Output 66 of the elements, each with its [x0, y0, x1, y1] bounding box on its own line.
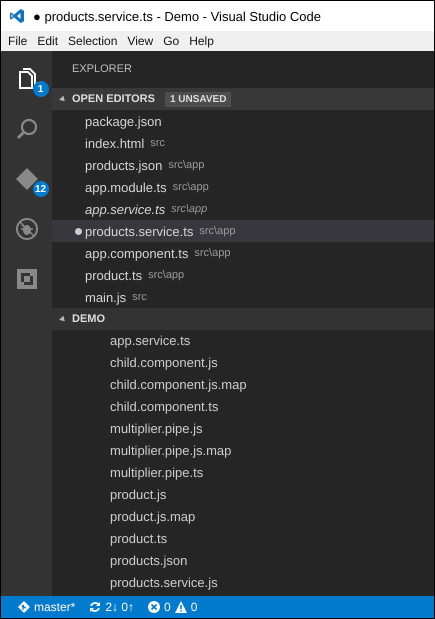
menu-item[interactable]: Edit	[32, 34, 64, 48]
sync-icon	[89, 601, 102, 613]
file-tree-item[interactable]: multiplier.pipe.js.map	[52, 440, 434, 462]
error-icon	[148, 601, 160, 613]
section-header[interactable]: DEMO	[52, 308, 434, 330]
file-path: src	[150, 137, 165, 149]
warning-count: 0	[190, 600, 198, 614]
branch-status[interactable]: master*	[18, 600, 76, 614]
warning-icon	[174, 601, 187, 613]
file-path: src	[132, 291, 147, 303]
menu-item[interactable]: File	[3, 34, 32, 48]
menu-item[interactable]: Help	[184, 34, 219, 48]
file-path: src\app	[172, 181, 209, 193]
count-badge: 12	[32, 181, 48, 197]
file-path: src\app	[171, 203, 208, 215]
file-tree-item[interactable]: products.json	[52, 550, 434, 572]
file-tree-item[interactable]: app.service.ts	[52, 330, 434, 352]
file-tree-item[interactable]: child.component.ts	[52, 396, 434, 418]
file-name: index.html	[85, 136, 144, 150]
file-name: products.service.ts	[85, 224, 194, 238]
debug-bug-icon	[14, 217, 38, 241]
error-count: 0	[164, 600, 171, 614]
window-title: ● products.service.ts - Demo - Visual Studio Code	[33, 8, 321, 24]
open-editor-item[interactable]: product.ts src\app	[52, 264, 434, 286]
open-editor-item[interactable]: products.service.ts src\app	[52, 220, 434, 242]
open-editor-item[interactable]: products.json src\app	[52, 154, 434, 176]
file-tree-item[interactable]: product.ts	[52, 528, 434, 550]
open-editor-item[interactable]: main.js src	[52, 286, 434, 308]
file-tree-item[interactable]: child.component.js	[52, 352, 434, 374]
menu-item[interactable]: Selection	[63, 34, 122, 48]
git-branch-icon	[18, 601, 30, 613]
file-tree-item[interactable]: multiplier.pipe.js	[52, 418, 434, 440]
search-icon	[14, 117, 38, 141]
open-editor-item[interactable]: package.json	[52, 110, 434, 132]
app-logo-icon	[9, 8, 25, 24]
section-header[interactable]: OPEN EDITORS 1 UNSAVED	[52, 88, 434, 110]
file-name: app.service.ts	[85, 202, 166, 216]
count-badge: 1	[32, 81, 48, 97]
sync-status[interactable]: 2↓ 0↑	[89, 600, 134, 614]
file-name: app.module.ts	[85, 180, 167, 194]
file-name: app.component.ts	[85, 246, 188, 260]
open-editor-item[interactable]: app.service.ts src\app	[52, 198, 434, 220]
file-path: src\app	[168, 159, 204, 171]
file-path: src\app	[194, 247, 230, 259]
open-editor-item[interactable]: index.html src	[52, 132, 434, 154]
menu-item[interactable]: Go	[158, 34, 184, 48]
file-path: src\app	[148, 269, 184, 281]
file-tree-item[interactable]: multiplier.pipe.ts	[52, 462, 434, 484]
file-tree-item[interactable]: product.js.map	[52, 506, 434, 528]
file-name: package.json	[85, 114, 162, 128]
open-editor-item[interactable]: app.component.ts src\app	[52, 242, 434, 264]
problems-status[interactable]: 0 0	[148, 600, 198, 614]
file-path: src\app	[199, 225, 236, 237]
sidebar-title: EXPLORER	[71, 62, 133, 77]
file-name: main.js	[85, 290, 126, 304]
file-name: product.ts	[85, 268, 142, 282]
file-tree-item[interactable]: products.service.js	[52, 572, 434, 594]
sync-count: 2↓ 0↑	[105, 600, 134, 614]
extensions-icon	[14, 267, 38, 291]
file-tree-item[interactable]: product.js	[52, 484, 434, 506]
branch-name: master*	[34, 600, 76, 614]
file-tree-item[interactable]: child.component.js.map	[52, 374, 434, 396]
open-editor-item[interactable]: app.module.ts src\app	[52, 176, 434, 198]
file-name: products.json	[85, 158, 162, 172]
menu-item[interactable]: View	[122, 34, 158, 48]
unsaved-badge: 1 UNSAVED	[164, 92, 232, 106]
